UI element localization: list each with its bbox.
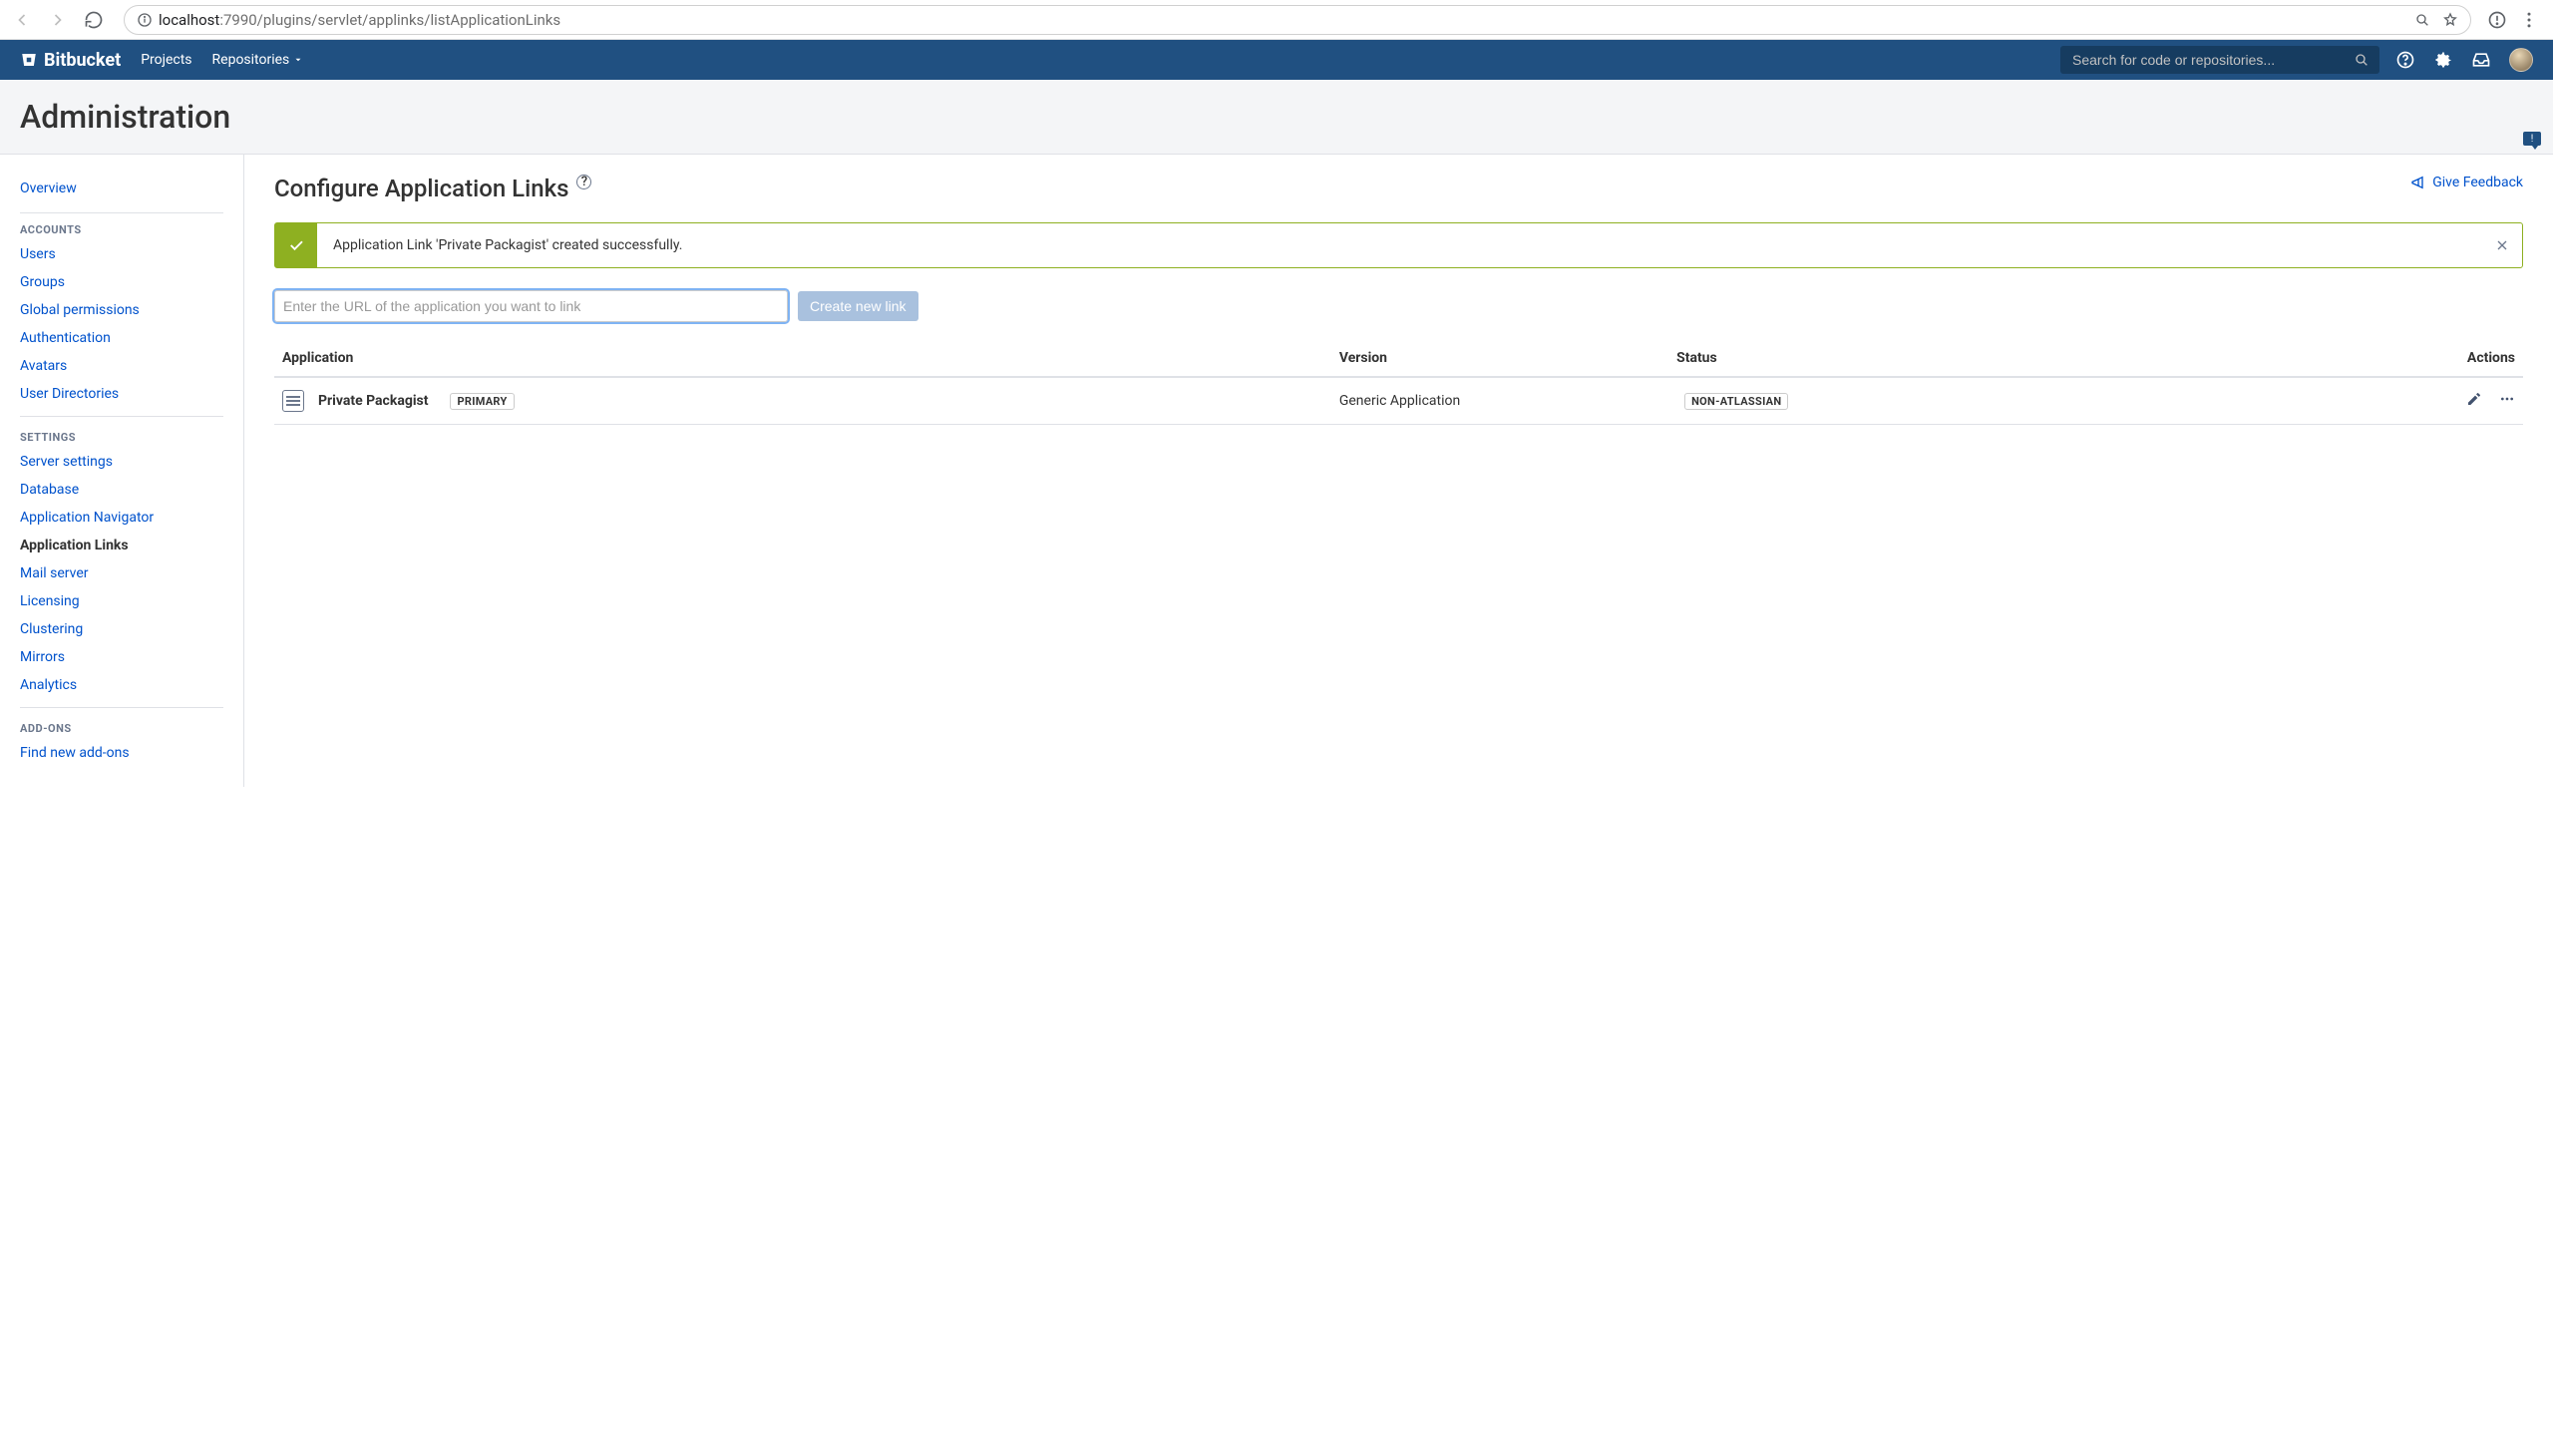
sidebar-item-licensing[interactable]: Licensing xyxy=(20,587,223,615)
generic-app-icon xyxy=(282,390,304,412)
info-icon xyxy=(137,12,153,28)
success-banner: Application Link 'Private Packagist' cre… xyxy=(274,222,2523,268)
megaphone-icon xyxy=(2410,175,2426,190)
sidebar-item-users[interactable]: Users xyxy=(20,240,223,268)
sidebar-item-analytics[interactable]: Analytics xyxy=(20,671,223,699)
create-new-link-button[interactable]: Create new link xyxy=(798,291,918,321)
sidebar-section-settings: SETTINGS xyxy=(20,416,223,448)
nav-repositories[interactable]: Repositories xyxy=(212,52,304,68)
chrome-menu-icon[interactable] xyxy=(2519,10,2539,30)
feedback-flag-icon[interactable]: ! xyxy=(2523,132,2541,146)
sidebar-item-clustering[interactable]: Clustering xyxy=(20,615,223,643)
give-feedback-label: Give Feedback xyxy=(2432,175,2523,190)
gear-icon[interactable] xyxy=(2433,50,2453,70)
admin-header: Administration ! xyxy=(0,80,2553,155)
browser-chrome: localhost:7990/plugins/servlet/applinks/… xyxy=(0,0,2553,40)
col-application: Application xyxy=(274,340,1331,377)
sidebar-item-global-permissions[interactable]: Global permissions xyxy=(20,296,223,324)
inbox-icon[interactable] xyxy=(2471,50,2491,70)
nav-projects[interactable]: Projects xyxy=(141,52,191,68)
nav-repositories-label: Repositories xyxy=(212,52,290,68)
page-title: Configure Application Links ? xyxy=(274,175,591,202)
give-feedback-link[interactable]: Give Feedback xyxy=(2410,175,2523,190)
link-url-input[interactable] xyxy=(274,290,788,322)
sidebar-item-database[interactable]: Database xyxy=(20,476,223,504)
help-hint-icon[interactable]: ? xyxy=(576,175,591,189)
bitbucket-logo[interactable]: Bitbucket xyxy=(20,50,121,71)
admin-sidebar: Overview ACCOUNTS Users Groups Global pe… xyxy=(0,155,244,787)
url-path: :7990/plugins/servlet/applinks/listAppli… xyxy=(219,11,560,29)
bitbucket-logo-icon xyxy=(20,51,38,69)
sidebar-item-user-directories[interactable]: User Directories xyxy=(20,380,223,408)
brand-text: Bitbucket xyxy=(44,50,121,71)
admin-title: Administration xyxy=(20,98,230,136)
banner-close-button[interactable] xyxy=(2482,223,2522,267)
col-status: Status xyxy=(1668,340,2163,377)
global-search[interactable] xyxy=(2060,46,2379,74)
global-search-input[interactable] xyxy=(2070,51,2344,69)
sidebar-item-find-addons[interactable]: Find new add-ons xyxy=(20,739,223,767)
success-check-icon xyxy=(275,223,317,267)
sidebar-item-server-settings[interactable]: Server settings xyxy=(20,448,223,476)
col-version: Version xyxy=(1331,340,1668,377)
primary-badge: PRIMARY xyxy=(450,393,514,410)
page-title-text: Configure Application Links xyxy=(274,175,568,202)
col-actions: Actions xyxy=(2163,340,2523,377)
row-menu-button[interactable] xyxy=(2499,391,2515,407)
sidebar-item-groups[interactable]: Groups xyxy=(20,268,223,296)
sidebar-item-app-links[interactable]: Application Links xyxy=(20,532,223,559)
browser-back-button[interactable] xyxy=(8,6,36,34)
main-content: Configure Application Links ? Give Feedb… xyxy=(244,155,2553,787)
browser-reload-button[interactable] xyxy=(80,6,108,34)
search-icon xyxy=(2354,52,2370,68)
sidebar-item-app-navigator[interactable]: Application Navigator xyxy=(20,504,223,532)
sidebar-item-avatars[interactable]: Avatars xyxy=(20,352,223,380)
bitbucket-topnav: Bitbucket Projects Repositories xyxy=(0,40,2553,80)
user-avatar[interactable] xyxy=(2509,48,2533,72)
browser-address-bar[interactable]: localhost:7990/plugins/servlet/applinks/… xyxy=(124,5,2471,35)
edit-link-button[interactable] xyxy=(2466,391,2482,407)
help-icon[interactable] xyxy=(2395,50,2415,70)
sidebar-section-addons: ADD-ONS xyxy=(20,707,223,739)
sidebar-item-authentication[interactable]: Authentication xyxy=(20,324,223,352)
application-links-table: Application Version Status Actions Priva… xyxy=(274,340,2523,425)
app-version: Generic Application xyxy=(1331,377,1668,425)
status-badge: NON-ATLASSIAN xyxy=(1684,393,1788,410)
browser-forward-button[interactable] xyxy=(44,6,72,34)
zoom-icon[interactable] xyxy=(2414,12,2430,28)
chevron-down-icon xyxy=(293,55,303,65)
table-row: Private Packagist PRIMARY Generic Applic… xyxy=(274,377,2523,425)
new-link-form: Create new link xyxy=(274,290,2523,322)
extension-icon[interactable] xyxy=(2487,10,2507,30)
sidebar-item-overview[interactable]: Overview xyxy=(20,175,223,202)
success-message: Application Link 'Private Packagist' cre… xyxy=(317,223,2482,267)
ellipsis-icon xyxy=(2499,391,2515,407)
sidebar-item-mail-server[interactable]: Mail server xyxy=(20,559,223,587)
close-icon xyxy=(2494,237,2510,253)
pencil-icon xyxy=(2466,391,2482,407)
sidebar-item-mirrors[interactable]: Mirrors xyxy=(20,643,223,671)
app-name: Private Packagist xyxy=(318,393,428,409)
sidebar-section-accounts: ACCOUNTS xyxy=(20,223,223,240)
bookmark-star-icon[interactable] xyxy=(2442,12,2458,28)
url-host: localhost xyxy=(159,11,219,29)
